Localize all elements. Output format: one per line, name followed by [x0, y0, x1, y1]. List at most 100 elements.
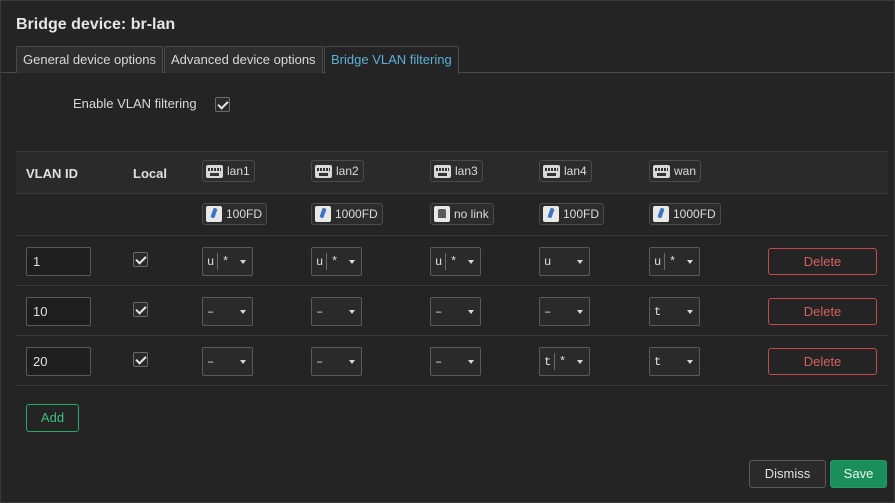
port-name: wan	[674, 164, 697, 178]
add-vlan-button[interactable]: Add	[26, 404, 79, 432]
port-header-lan2: lan2	[311, 160, 364, 182]
chevron-down-icon	[687, 260, 693, 264]
save-button[interactable]: Save	[830, 460, 887, 488]
port-membership-select-lan3[interactable]: –	[430, 297, 481, 326]
port-status-lan2: 1000FD	[311, 203, 383, 225]
network-port-icon	[543, 164, 560, 178]
port-header-lan3: lan3	[430, 160, 483, 182]
chevron-down-icon	[240, 260, 246, 264]
tab-bar: General device options Advanced device o…	[1, 46, 894, 74]
port-membership-select-lan1[interactable]: –	[202, 347, 253, 376]
no-link-icon	[434, 206, 450, 222]
cable-connected-icon	[653, 206, 669, 222]
select-divider	[664, 253, 665, 270]
chevron-down-icon	[468, 310, 474, 314]
local-checkbox[interactable]	[133, 252, 148, 267]
port-status-lan3: no link	[430, 203, 494, 225]
cable-connected-icon	[315, 206, 331, 222]
port-name: lan2	[336, 164, 359, 178]
chevron-down-icon	[349, 310, 355, 314]
port-membership-select-lan4[interactable]: t *	[539, 347, 590, 376]
membership-value: –	[207, 355, 215, 369]
membership-value: t	[654, 355, 662, 369]
membership-value: u	[654, 255, 662, 269]
membership-value: –	[435, 355, 443, 369]
membership-value: t	[544, 355, 552, 369]
delete-vlan-button[interactable]: Delete	[768, 298, 877, 325]
port-membership-select-lan4[interactable]: u	[539, 247, 590, 276]
port-membership-select-lan1[interactable]: u *	[202, 247, 253, 276]
select-divider	[445, 253, 446, 270]
membership-value: u	[435, 255, 443, 269]
chevron-down-icon	[468, 260, 474, 264]
chevron-down-icon	[349, 260, 355, 264]
enable-vlan-filtering-label: Enable VLAN filtering	[73, 96, 197, 111]
port-membership-select-lan2[interactable]: –	[311, 347, 362, 376]
port-status-text: 100FD	[226, 207, 263, 221]
port-name: lan3	[455, 164, 478, 178]
select-divider	[326, 253, 327, 270]
membership-value: –	[316, 355, 324, 369]
chevron-down-icon	[687, 310, 693, 314]
select-divider	[554, 353, 555, 370]
membership-value: –	[207, 305, 215, 319]
primary-vlan-marker: *	[331, 255, 339, 269]
header-vlan-id: VLAN ID	[26, 166, 78, 181]
tab-advanced-device-options[interactable]: Advanced device options	[164, 46, 323, 73]
local-checkbox[interactable]	[133, 302, 148, 317]
tab-general-device-options[interactable]: General device options	[16, 46, 163, 73]
port-header-wan: wan	[649, 160, 702, 182]
port-membership-select-wan[interactable]: t	[649, 347, 700, 376]
row-divider	[16, 335, 888, 336]
port-membership-select-lan2[interactable]: u *	[311, 247, 362, 276]
vlan-id-input[interactable]	[26, 297, 91, 326]
primary-vlan-marker: *	[222, 255, 230, 269]
vlan-id-input[interactable]	[26, 347, 91, 376]
port-status-text: 1000FD	[335, 207, 378, 221]
membership-value: t	[654, 305, 662, 319]
port-membership-select-lan4[interactable]: –	[539, 297, 590, 326]
primary-vlan-marker: *	[559, 355, 567, 369]
chevron-down-icon	[240, 310, 246, 314]
dismiss-button[interactable]: Dismiss	[749, 460, 826, 488]
bridge-device-dialog: Bridge device: br-lan General device opt…	[0, 0, 895, 503]
port-membership-select-lan1[interactable]: –	[202, 297, 253, 326]
port-header-lan4: lan4	[539, 160, 592, 182]
membership-value: u	[316, 255, 324, 269]
header-local: Local	[133, 166, 167, 181]
port-membership-select-lan3[interactable]: u *	[430, 247, 481, 276]
tab-bridge-vlan-filtering[interactable]: Bridge VLAN filtering	[324, 46, 459, 74]
port-membership-select-lan3[interactable]: –	[430, 347, 481, 376]
port-status-text: 1000FD	[673, 207, 716, 221]
primary-vlan-marker: *	[669, 255, 677, 269]
cable-connected-icon	[206, 206, 222, 222]
port-status-lan1: 100FD	[202, 203, 268, 225]
chevron-down-icon	[349, 360, 355, 364]
row-divider	[16, 385, 888, 386]
port-name: lan4	[564, 164, 587, 178]
vlan-id-input[interactable]	[26, 247, 91, 276]
port-membership-select-lan2[interactable]: –	[311, 297, 362, 326]
port-status-lan4: 100FD	[539, 203, 605, 225]
chevron-down-icon	[468, 360, 474, 364]
cable-connected-icon	[543, 206, 559, 222]
chevron-down-icon	[577, 310, 583, 314]
delete-vlan-button[interactable]: Delete	[768, 348, 877, 375]
enable-vlan-filtering-checkbox[interactable]	[215, 97, 230, 112]
chevron-down-icon	[240, 360, 246, 364]
membership-value: –	[316, 305, 324, 319]
network-port-icon	[434, 164, 451, 178]
port-status-wan: 1000FD	[649, 203, 721, 225]
membership-value: –	[435, 305, 443, 319]
select-divider	[217, 253, 218, 270]
port-membership-select-wan[interactable]: u *	[649, 247, 700, 276]
membership-value: u	[544, 255, 552, 269]
network-port-icon	[206, 164, 223, 178]
chevron-down-icon	[577, 360, 583, 364]
chevron-down-icon	[577, 260, 583, 264]
delete-vlan-button[interactable]: Delete	[768, 248, 877, 275]
network-port-icon	[653, 164, 670, 178]
row-divider	[16, 235, 888, 236]
local-checkbox[interactable]	[133, 352, 148, 367]
port-membership-select-wan[interactable]: t	[649, 297, 700, 326]
